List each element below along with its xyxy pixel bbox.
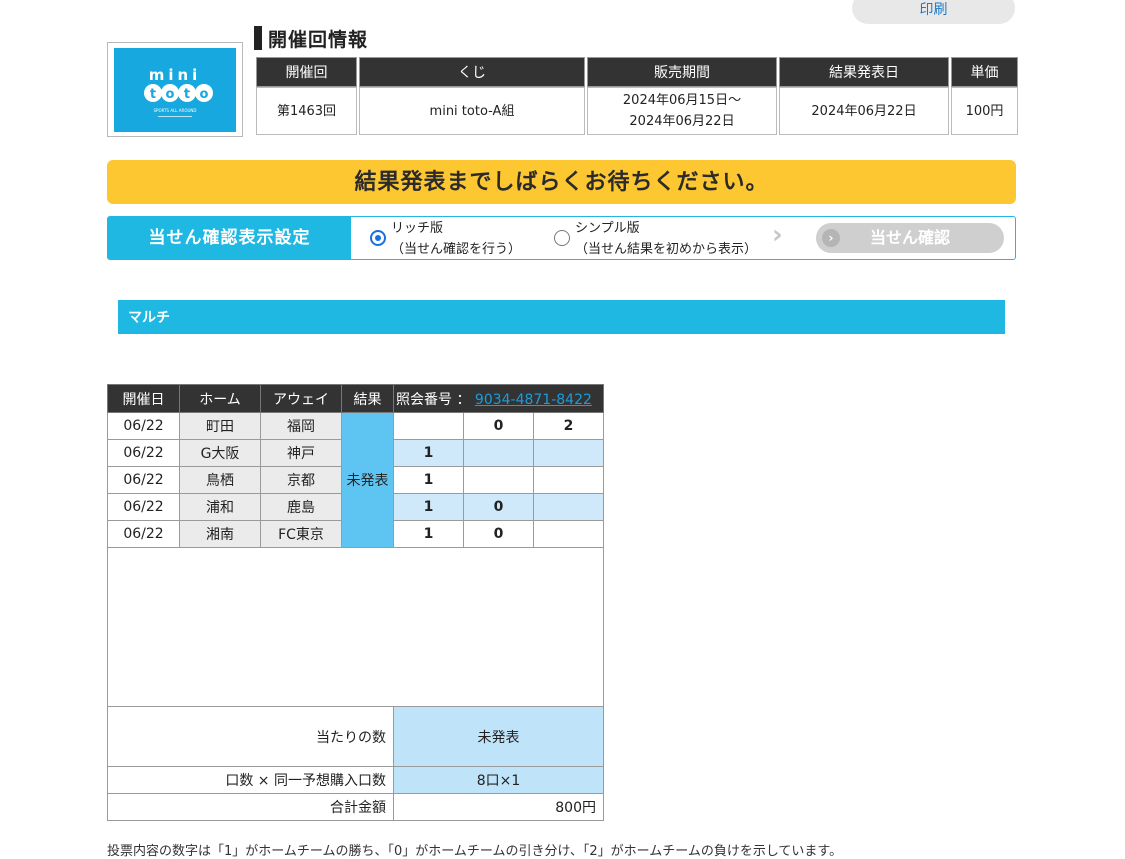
summary-wins-row: 当たりの数 未発表 — [107, 706, 604, 767]
home-team: 町田 — [179, 412, 261, 440]
header-reference: 照会番号 ： 9034-4871-8422 — [393, 384, 604, 413]
rich-version-title: リッチ版 — [391, 221, 444, 236]
logo-background: mini t o t o SPORTS ALL AROUND — [114, 48, 236, 132]
pick-1: 1 — [393, 520, 464, 548]
match-date: 06/22 — [107, 493, 180, 521]
svg-text:mini: mini — [149, 66, 202, 84]
multi-section-header: マルチ — [118, 300, 1005, 334]
match-date: 06/22 — [107, 439, 180, 467]
wins-value: 未発表 — [393, 706, 604, 767]
home-team: G大阪 — [179, 439, 261, 467]
svg-text:o: o — [200, 87, 209, 102]
total-value: 800円 — [393, 793, 604, 821]
reference-label: 照会番号 ： — [396, 391, 471, 408]
svg-text:o: o — [166, 87, 175, 102]
header-date: 開催日 — [107, 384, 180, 413]
rich-version-option[interactable]: リッチ版 （当せん確認を行う） — [391, 218, 521, 260]
reference-number-link[interactable]: 9034-4871-8422 — [475, 392, 592, 408]
winning-confirm-button[interactable]: › 当せん確認 — [816, 223, 1004, 253]
header-lottery: くじ — [359, 57, 585, 87]
round-value: 第1463回 — [256, 87, 357, 135]
lottery-value: mini toto-A組 — [359, 87, 585, 135]
summary-total-row: 合計金額 800円 — [107, 793, 604, 821]
pick-0: 0 — [463, 520, 534, 548]
away-team: 神戸 — [260, 439, 342, 467]
rich-version-radio[interactable] — [370, 230, 386, 246]
pick-1 — [393, 412, 464, 440]
section-title: 開催回情報 — [254, 24, 368, 52]
sales-start: 2024年06月15日〜 — [622, 93, 742, 108]
winning-confirm-label: 当せん確認 — [869, 228, 950, 247]
rich-version-sub: （当せん確認を行う） — [391, 242, 522, 257]
footer-note: 投票内容の数字は「1」がホームチームの勝ち、「0」がホームチームの引き分け、「2… — [107, 844, 843, 859]
pick-2 — [533, 520, 604, 548]
match-date: 06/22 — [107, 520, 180, 548]
svg-text:t: t — [184, 87, 190, 102]
away-team: FC東京 — [260, 520, 342, 548]
display-settings-label: 当せん確認表示設定 — [108, 217, 351, 259]
home-team: 鳥栖 — [179, 466, 261, 494]
pick-0 — [463, 466, 534, 494]
header-away: アウェイ — [260, 384, 342, 413]
mini-toto-logo: mini t o t o SPORTS ALL AROUND — [107, 42, 243, 137]
pick-2 — [533, 439, 604, 467]
round-info-table: 開催回 くじ 販売期間 結果発表日 単価 第1463回 mini toto-A組… — [254, 57, 1020, 135]
empty-rows-area — [107, 547, 604, 707]
home-team: 湘南 — [179, 520, 261, 548]
print-button[interactable]: 印刷 — [852, 0, 1015, 24]
pick-0: 0 — [463, 493, 534, 521]
display-settings-panel: 当せん確認表示設定 リッチ版 （当せん確認を行う） シンプル版 （当せん結果を初… — [107, 216, 1016, 260]
pick-1: 1 — [393, 439, 464, 467]
header-round: 開催回 — [256, 57, 357, 87]
sales-period-value: 2024年06月15日〜 2024年06月22日 — [587, 87, 777, 135]
pick-1: 1 — [393, 493, 464, 521]
header-sales-period: 販売期間 — [587, 57, 777, 87]
title-bar-decoration — [254, 26, 262, 50]
pick-2: 2 — [533, 412, 604, 440]
pick-0: 0 — [463, 412, 534, 440]
svg-text:t: t — [150, 87, 156, 102]
pick-1: 1 — [393, 466, 464, 494]
header-result-date: 結果発表日 — [779, 57, 949, 87]
simple-version-option[interactable]: シンプル版 （当せん結果を初めから表示） — [575, 218, 757, 260]
match-date: 06/22 — [107, 466, 180, 494]
waiting-banner: 結果発表までしばらくお待ちください。 — [107, 160, 1016, 204]
result-date-value: 2024年06月22日 — [779, 87, 949, 135]
pick-2 — [533, 466, 604, 494]
total-label: 合計金額 — [107, 793, 394, 821]
header-result: 結果 — [341, 384, 394, 413]
pick-2 — [533, 493, 604, 521]
header-price: 単価 — [951, 57, 1018, 87]
wins-label: 当たりの数 — [107, 706, 394, 767]
away-team: 京都 — [260, 466, 342, 494]
away-team: 鹿島 — [260, 493, 342, 521]
sales-end: 2024年06月22日 — [629, 114, 735, 129]
simple-version-sub: （当せん結果を初めから表示） — [575, 242, 758, 257]
arrow-circle-icon: › — [822, 229, 840, 247]
section-title-text: 開催回情報 — [268, 28, 369, 51]
match-prediction-table: 開催日 ホーム アウェイ 結果 照会番号 ： 9034-4871-8422 06… — [107, 384, 604, 821]
simple-version-title: シンプル版 — [575, 221, 640, 236]
result-status: 未発表 — [341, 412, 394, 548]
units-label: 口数 × 同一予想購入口数 — [107, 766, 394, 794]
svg-text:SPORTS ALL AROUND: SPORTS ALL AROUND — [154, 108, 197, 113]
chevron-right-icon: › — [772, 220, 783, 250]
print-label: 印刷 — [919, 2, 948, 18]
header-home: ホーム — [179, 384, 261, 413]
price-value: 100円 — [951, 87, 1018, 135]
match-date: 06/22 — [107, 412, 180, 440]
simple-version-radio[interactable] — [554, 230, 570, 246]
pick-0 — [463, 439, 534, 467]
away-team: 福岡 — [260, 412, 342, 440]
summary-units-row: 口数 × 同一予想購入口数 8口×1 — [107, 766, 604, 794]
units-value: 8口×1 — [393, 766, 604, 794]
table-row: 06/22 町田 福岡 未発表 0 2 — [107, 412, 604, 548]
empty-placeholder — [107, 547, 604, 707]
mini-toto-logo-graphic: mini t o t o SPORTS ALL AROUND — [144, 66, 213, 117]
home-team: 浦和 — [179, 493, 261, 521]
